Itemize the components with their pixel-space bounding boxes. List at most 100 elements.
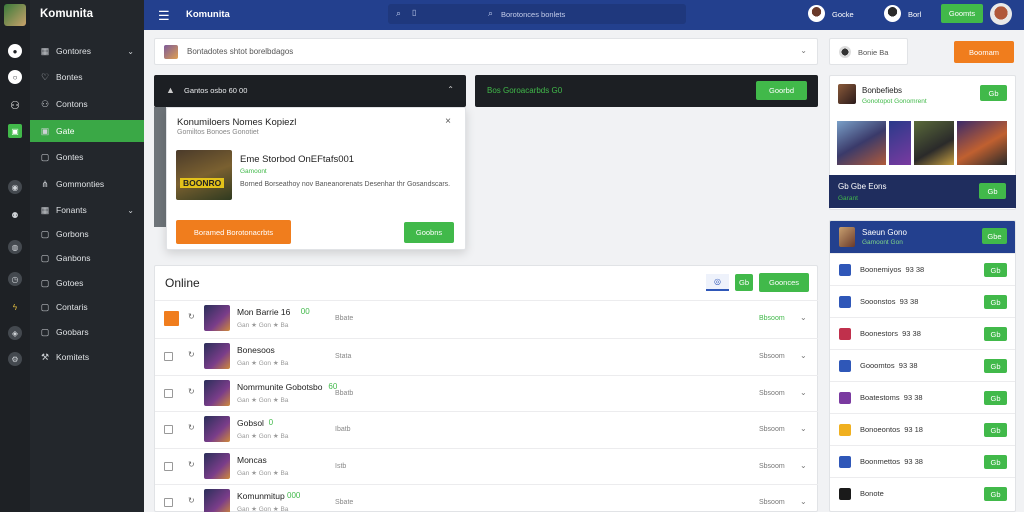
bolt-icon[interactable]: ϟ <box>8 300 22 314</box>
list-item-button[interactable]: Gb <box>984 423 1007 437</box>
list-item-button[interactable]: Gb <box>984 487 1007 501</box>
sidebar-item[interactable]: ⚇ Contons <box>30 93 144 115</box>
list-item-button[interactable]: Gb <box>984 455 1007 469</box>
sidebar-item[interactable]: ▢ Goobars <box>30 321 144 343</box>
game-thumbnail[interactable] <box>837 121 886 165</box>
game-thumbnail[interactable] <box>889 121 911 165</box>
table-row[interactable]: ↻ Komunmitup 000 Gan ★ Gon ★ Ba Sbate Sbsoom ⌄ <box>155 484 818 512</box>
filter-icon[interactable]: ▯ <box>412 8 416 17</box>
table-row[interactable]: ↻ Bonesoos Gan ★ Gon ★ Ba Stata Sbsoom ⌄ <box>155 338 818 373</box>
refresh-icon[interactable]: ↻ <box>188 387 195 396</box>
circle-icon[interactable]: ● <box>8 44 22 58</box>
sidebar-item[interactable]: ▦ Fonants ⌄ <box>30 199 144 221</box>
chevron-down-icon[interactable]: ⌄ <box>800 424 807 433</box>
brand[interactable]: Komunita <box>40 8 93 20</box>
game-thumbnail[interactable] <box>957 121 1007 165</box>
chevron-down-icon[interactable]: ⌄ <box>127 47 134 56</box>
panel-button[interactable]: Goorbd <box>756 81 807 100</box>
close-icon[interactable]: × <box>445 116 451 127</box>
game-thumbnail[interactable] <box>914 121 954 165</box>
view-toggle-icon[interactable]: ◎ <box>706 274 729 291</box>
orange-action-button[interactable]: Boomam <box>954 41 1014 63</box>
chevron-down-icon[interactable]: ⌄ <box>800 461 807 470</box>
list-item-button[interactable]: Gb <box>984 263 1007 277</box>
dark-bar-button[interactable]: Gb <box>979 183 1006 199</box>
settings-icon[interactable]: ⚙ <box>8 352 22 366</box>
refresh-icon[interactable]: ↻ <box>188 312 195 321</box>
avatar[interactable] <box>884 5 901 22</box>
sidebar-item[interactable]: ▢ Contaris <box>30 296 144 318</box>
game-cover[interactable]: BOONRO <box>176 150 232 200</box>
row-checkbox[interactable] <box>164 389 173 398</box>
list-item[interactable]: Boonmettos 93 38 Gb <box>830 445 1015 477</box>
chevron-down-icon[interactable]: ⌄ <box>127 206 134 215</box>
row-checkbox[interactable] <box>164 352 173 361</box>
sidebar-item[interactable]: ♡ Bontes <box>30 66 144 88</box>
list-item[interactable]: Boatestoms 93 38 Gb <box>830 381 1015 413</box>
featured-button[interactable]: Gb <box>980 85 1007 101</box>
row-name[interactable]: Bonesoos <box>237 345 275 355</box>
chevron-down-icon[interactable]: ⌄ <box>800 351 807 360</box>
sidebar-item[interactable]: ▦ Gontores ⌄ <box>30 40 144 62</box>
list-item[interactable]: Bonoeontos 93 18 Gb <box>830 413 1015 445</box>
list-item-button[interactable]: Gb <box>984 295 1007 309</box>
record-icon[interactable]: ◉ <box>8 180 22 194</box>
online-action-button[interactable]: Goonces <box>759 273 809 292</box>
search-placeholder[interactable]: Borotonces bonlets <box>501 10 565 19</box>
right-search[interactable]: Bonie Ba <box>829 38 908 65</box>
avatar[interactable] <box>4 4 26 26</box>
team-icon[interactable]: ⚉ <box>8 208 22 222</box>
filter-bar[interactable]: Bontadotes shtot borelbdagos ⌄ <box>154 38 818 65</box>
row-name[interactable]: Komunmitup <box>237 491 285 501</box>
list-item[interactable]: Gooomtos 93 38 Gb <box>830 349 1015 381</box>
sidebar-item[interactable]: ▢ Gorbons <box>30 223 144 245</box>
avatar[interactable] <box>808 5 825 22</box>
game-thumbnail[interactable] <box>204 489 230 512</box>
row-name[interactable]: Moncas <box>237 455 267 465</box>
globe-icon[interactable]: ◍ <box>8 240 22 254</box>
arrow-icon[interactable]: ⌃ <box>447 85 454 94</box>
sidebar-item[interactable]: ▢ Ganbons <box>30 247 144 269</box>
row-name[interactable]: Nomrmunite Gobotsbo <box>237 382 323 392</box>
list-item[interactable]: Boonestors 93 38 Gb <box>830 317 1015 349</box>
refresh-icon[interactable]: ↻ <box>188 460 195 469</box>
list-item-button[interactable]: Gb <box>984 391 1007 405</box>
sidebar-item[interactable]: ▣ Gate <box>30 120 144 142</box>
table-row[interactable]: ↻ Nomrmunite Gobotsbo 60 Gan ★ Gon ★ Ba Bbat… <box>155 375 818 410</box>
sidebar-item[interactable]: ▢ Gotoes <box>30 272 144 294</box>
game-thumbnail[interactable] <box>204 343 230 369</box>
row-checkbox[interactable] <box>164 498 173 507</box>
row-checkbox[interactable] <box>164 462 173 471</box>
game-thumbnail[interactable] <box>204 453 230 479</box>
list-item-button[interactable]: Gb <box>984 327 1007 341</box>
shield-icon[interactable]: ◈ <box>8 326 22 340</box>
user-name[interactable]: Gocke <box>832 10 854 19</box>
list-item-button[interactable]: Gb <box>984 359 1007 373</box>
chevron-down-icon[interactable]: ⌄ <box>800 46 807 55</box>
avatar[interactable] <box>990 3 1012 25</box>
table-row[interactable]: ↻ Gobsol 0 Gan ★ Gon ★ Ba Ibatb Sbsoom ⌄ <box>155 411 818 446</box>
menu-icon[interactable]: ☰ <box>158 8 170 24</box>
list-item[interactable]: Boonemiyos 93 38 Gb <box>830 253 1015 285</box>
table-row[interactable]: ↻ Moncas Gan ★ Gon ★ Ba Istb Sbsoom ⌄ <box>155 448 818 483</box>
chevron-down-icon[interactable]: ⌄ <box>800 388 807 397</box>
row-name[interactable]: Gobsol <box>237 418 264 428</box>
refresh-icon[interactable]: ↻ <box>188 496 195 505</box>
game-thumbnail[interactable] <box>204 380 230 406</box>
user-name[interactable]: Borl <box>908 10 921 19</box>
chevron-down-icon[interactable]: ⌄ <box>800 313 807 322</box>
refresh-icon[interactable]: ↻ <box>188 423 195 432</box>
primary-button[interactable]: Boramed Borotonacrbts <box>176 220 291 244</box>
sidebar-item[interactable]: ⚒ Komitets <box>30 346 144 368</box>
sidebar-item[interactable]: ⋔ Gommonties <box>30 173 144 195</box>
list-header-button[interactable]: Gbe <box>982 228 1007 244</box>
top-cta-button[interactable]: Goomts <box>941 4 983 23</box>
people-icon[interactable]: ⚇ <box>8 98 22 112</box>
chevron-down-icon[interactable]: ⌄ <box>800 497 807 506</box>
row-checkbox[interactable] <box>164 425 173 434</box>
clock-icon[interactable]: ◷ <box>8 272 22 286</box>
row-checkbox[interactable] <box>164 311 179 326</box>
sidebar-item[interactable]: ▢ Gontes <box>30 146 144 168</box>
game-thumbnail[interactable] <box>204 305 230 331</box>
refresh-icon[interactable]: ↻ <box>188 350 195 359</box>
